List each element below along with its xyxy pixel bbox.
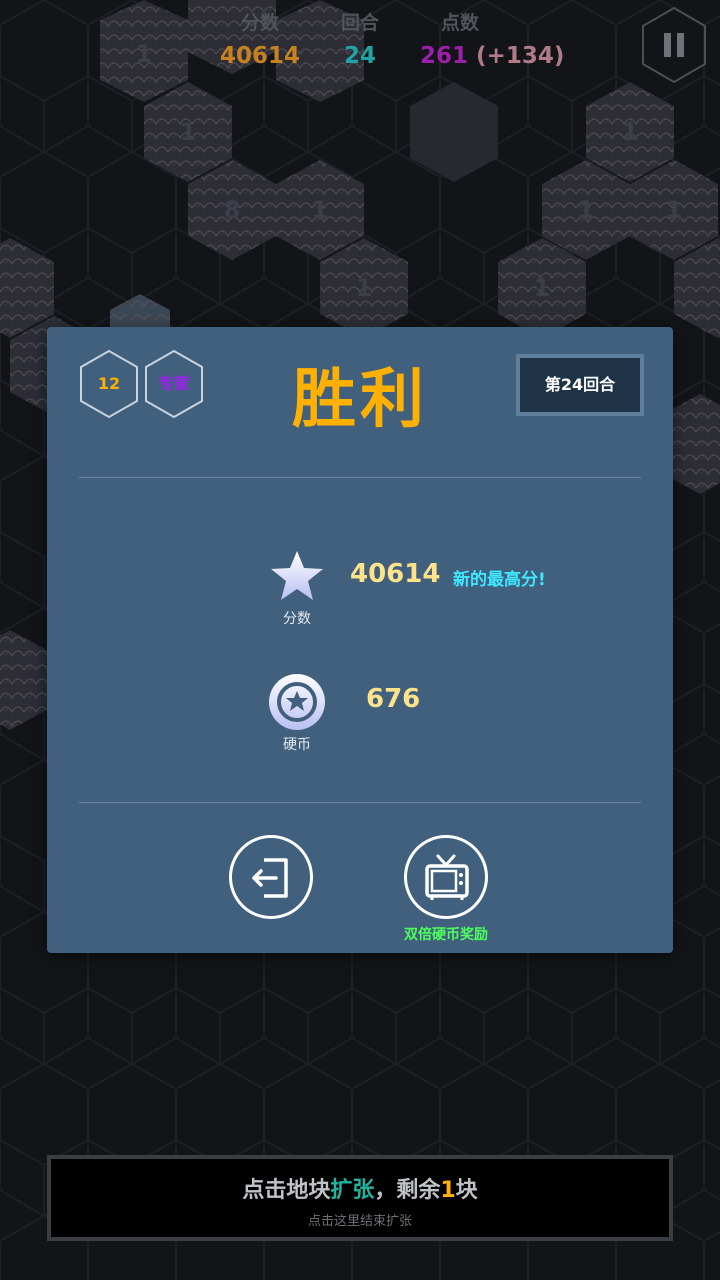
tile-number: 1 (666, 196, 683, 224)
game-screen: 1 1 8 1 1 1 1 1 1 分数 40614 回合 24 点数 261 … (0, 0, 720, 1280)
tile-number: 1 (356, 274, 373, 302)
coins-caption: 硬币 (283, 737, 311, 753)
tile-number: 1 (578, 196, 595, 224)
double-coins-label: 双倍硬币奖励 (404, 927, 488, 943)
top-hud: 分数 40614 回合 24 点数 261 (+134) (0, 8, 720, 78)
pause-button[interactable] (640, 6, 708, 84)
instruction-part: 点击地块 (242, 1178, 331, 1203)
end-expansion-hint: 点击这里结束扩张 (307, 1214, 412, 1229)
score-value: 40614 (350, 559, 441, 589)
exit-button[interactable] (229, 835, 313, 919)
instruction-highlight: 扩张 (330, 1178, 375, 1203)
score-caption: 分数 (283, 611, 311, 627)
hud-points-bonus: (+134) (476, 43, 565, 69)
tile-number: 1 (622, 118, 639, 146)
hud-points-row: 261 (+134) (390, 38, 570, 74)
pause-icon (642, 6, 706, 84)
round-badge: 第24回合 (516, 354, 644, 416)
coin-icon (269, 674, 325, 730)
hud-points-value: 261 (420, 43, 469, 69)
tv-icon (425, 854, 469, 900)
victory-title: 胜利 (292, 363, 428, 437)
tile-number: 8 (224, 196, 241, 224)
expansion-instruction: 点击地块扩张，剩余1块 (51, 1175, 669, 1207)
instruction-part: 块 (455, 1178, 478, 1203)
level-number: 12 (97, 374, 121, 393)
remaining-count: 1 (440, 1178, 456, 1203)
tile-number: 1 (312, 196, 329, 224)
coins-value: 676 (366, 684, 421, 714)
tile-number: 1 (180, 118, 197, 146)
level-badge: 12 (78, 349, 140, 419)
divider-bottom (79, 802, 641, 803)
double-coins-button[interactable] (404, 835, 488, 919)
star-icon (271, 551, 323, 600)
divider-top (79, 477, 641, 478)
difficulty-label: 专家 (157, 374, 190, 393)
instruction-part: ，剩余 (374, 1178, 441, 1203)
hud-points-label: 点数 (440, 12, 479, 34)
exit-icon (252, 858, 288, 898)
end-expansion-bar[interactable]: 点击地块扩张，剩余1块 点击这里结束扩张 (47, 1155, 673, 1241)
hud-points: 点数 261 (+134) (390, 8, 570, 74)
victory-dialog: 12 专家 胜利 第24回合 分数 40614 新的最高分! 硬币 676 双倍… (47, 327, 673, 953)
tile-number: 1 (534, 274, 551, 302)
new-best-label: 新的最高分! (453, 570, 546, 590)
difficulty-badge: 专家 (143, 349, 205, 419)
